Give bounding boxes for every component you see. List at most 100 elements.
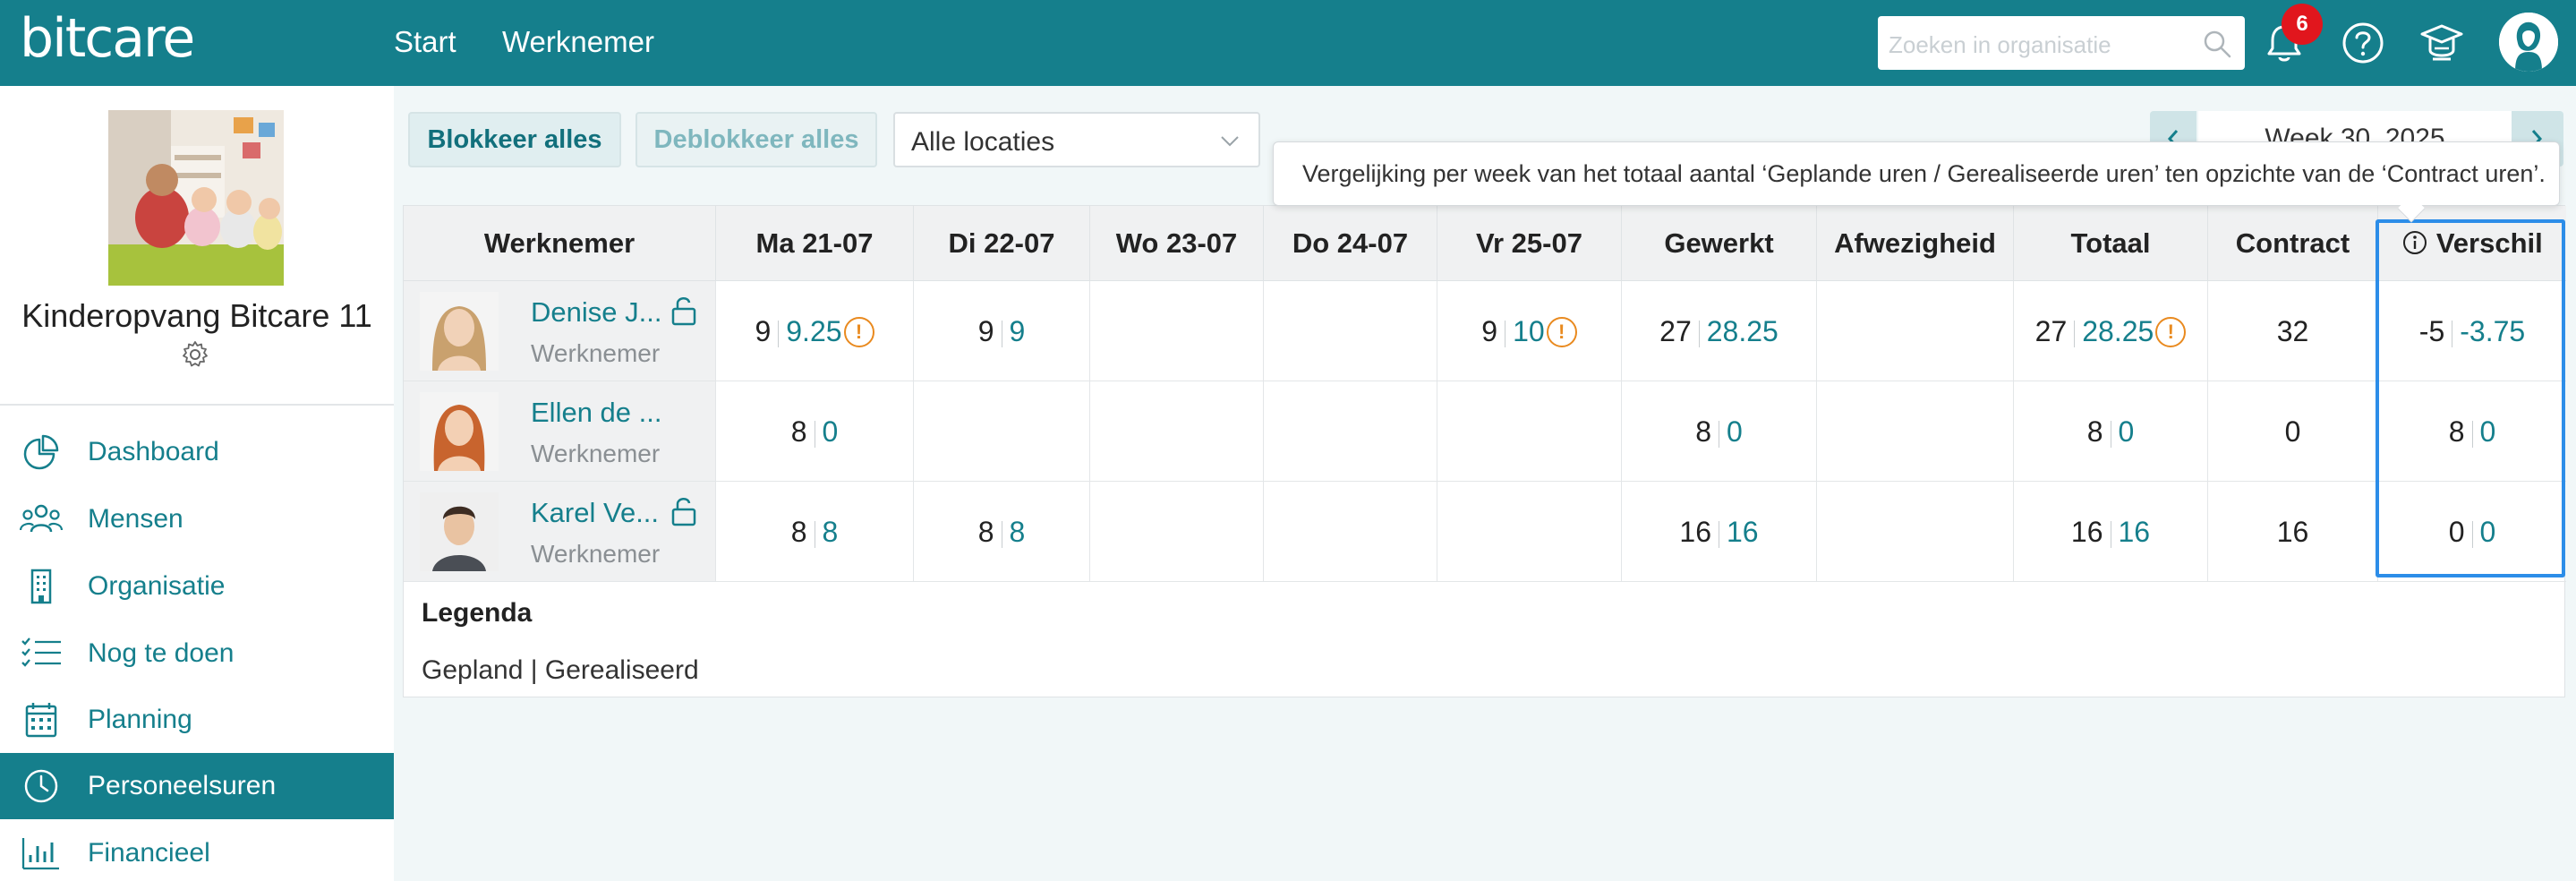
planned-hours: 8 [790,516,807,548]
planned-hours: 9 [977,315,994,347]
gear-icon[interactable] [180,339,210,370]
realized-hours: 0 [1727,415,1743,448]
calendar-icon [25,703,57,738]
employee-photo [420,292,499,371]
planned-hours: 9 [1481,315,1498,347]
organization-photo [108,110,284,286]
totaal-cell: 27 28.25! [2014,281,2208,381]
sidebar-item-label: Financieel [88,838,210,868]
hours-cell-di[interactable]: 88 [914,482,1090,582]
column-header-totaal: Totaal [2014,206,2208,281]
sidebar-item-dashboard[interactable]: Dashboard [0,419,394,485]
hours-cell-do[interactable] [1264,482,1437,582]
hours-cell-vr[interactable] [1437,482,1622,582]
unlock-icon[interactable] [670,496,697,526]
hours-cell-wo[interactable] [1090,281,1264,381]
people-icon [20,504,63,533]
hours-cell-wo[interactable] [1090,381,1264,482]
user-avatar-icon[interactable] [2499,13,2558,72]
nav-start[interactable]: Start [394,25,456,59]
sidebar-item-mensen[interactable]: Mensen [0,486,394,552]
help-icon[interactable] [2338,18,2388,68]
location-select-value: Alle locaties [911,127,1055,157]
afwezigheid-cell [1817,381,2014,482]
unlock-icon[interactable] [670,295,697,326]
realized-hours: 16 [1727,516,1759,548]
contract-cell: 0 [2208,381,2378,482]
hours-cell-wo[interactable] [1090,482,1264,582]
planned-hours: 27 [1659,315,1692,347]
sidebar-item-label: Nog te doen [88,638,235,668]
sidebar-item-label: Planning [88,705,192,734]
column-header-ma: Ma 21-07 [716,206,914,281]
column-header-vr: Vr 25-07 [1437,206,1622,281]
employee-role: Werknemer [531,540,661,568]
sidebar-item-nog-te-doen[interactable]: Nog te doen [0,620,394,687]
employee-name[interactable]: Ellen de ... [531,396,661,430]
checklist-icon [21,637,61,667]
nav-werknemer[interactable]: Werknemer [502,25,654,59]
warning-icon[interactable]: ! [2155,316,2187,347]
hours-cell-do[interactable] [1264,381,1437,482]
column-header-verschil-label: Verschil [2435,227,2543,259]
sidebar-item-label: Dashboard [88,437,219,466]
employee-role: Werknemer [531,440,661,467]
graduation-cap-icon[interactable] [2417,18,2467,68]
organization-name: Kinderopvang Bitcare 11 [21,297,372,334]
employee-photo [420,392,499,471]
block-all-button[interactable]: Blokkeer alles [408,112,621,167]
column-header-do: Do 24-07 [1264,206,1437,281]
planned-hours: 9 [755,315,772,347]
verschil-cell: 00 [2378,482,2566,582]
employee-cell[interactable]: Ellen de ... Werknemer [404,381,716,482]
hours-cell-di[interactable]: 99 [914,281,1090,381]
employee-name[interactable]: Karel Ve... [531,496,659,530]
sidebar-item-financieel[interactable]: Financieel [0,820,394,881]
realized-hours: 9 [1009,315,1026,347]
gewerkt-cell: 16 16 [1622,482,1817,582]
hours-cell-vr[interactable] [1437,381,1622,482]
search-icon[interactable] [2202,29,2232,59]
employee-name[interactable]: Denise J... [531,295,661,329]
realized-hours: 0 [2118,415,2135,448]
sidebar: Kinderopvang Bitcare 11 Dashboard Mensen [0,86,394,881]
column-header-wo: Wo 23-07 [1090,206,1264,281]
bar-chart-icon [21,838,59,870]
gewerkt-cell: 27 28.25 [1622,281,1817,381]
realized-hours: 9.25 [786,315,842,347]
warning-icon[interactable]: ! [1546,316,1577,347]
sidebar-item-label: Organisatie [88,571,226,601]
sidebar-item-organisatie[interactable]: Organisatie [0,553,394,620]
employee-cell[interactable]: Denise J... Werknemer [404,281,716,381]
search-input[interactable]: Zoeken in organisatie [1878,16,2245,70]
verschil-cell: -5 -3.75 [2378,281,2566,381]
info-icon[interactable] [2401,229,2428,256]
sidebar-item-personeelsuren[interactable]: Personeelsuren [0,753,394,819]
hours-cell-di[interactable] [914,381,1090,482]
employee-cell[interactable]: Karel Ve... Werknemer [404,482,716,582]
employee-photo [420,492,499,571]
realized-hours: 16 [2118,516,2151,548]
sidebar-divider [0,404,394,406]
planned-hours: 16 [1679,516,1711,548]
realized-hours: 28.25 [2082,315,2154,347]
app-logo[interactable]: bitcare [20,7,195,70]
hours-cell-ma[interactable]: 9 9.25! [716,281,914,381]
warning-icon[interactable]: ! [843,316,874,347]
realized-hours: 8 [822,516,839,548]
top-bar: bitcare Start Werknemer Zoeken in organi… [0,0,2576,86]
legend-text: Gepland | Gerealiseerd [422,655,699,685]
location-select[interactable]: Alle locaties [893,112,1260,167]
column-header-werknemer[interactable]: Werknemer [404,206,716,281]
unblock-all-button[interactable]: Deblokkeer alles [635,112,877,167]
planned-hours: -5 [2418,315,2445,347]
hours-cell-ma[interactable]: 80 [716,381,914,482]
sidebar-item-planning[interactable]: Planning [0,687,394,753]
afwezigheid-cell [1817,281,2014,381]
verschil-tooltip: Vergelijking per week van het totaal aan… [1273,141,2560,206]
column-header-contract: Contract [2208,206,2378,281]
hours-cell-ma[interactable]: 88 [716,482,914,582]
hours-cell-vr[interactable]: 9 10! [1437,281,1622,381]
hours-cell-do[interactable] [1264,281,1437,381]
planned-hours: 8 [977,516,994,548]
